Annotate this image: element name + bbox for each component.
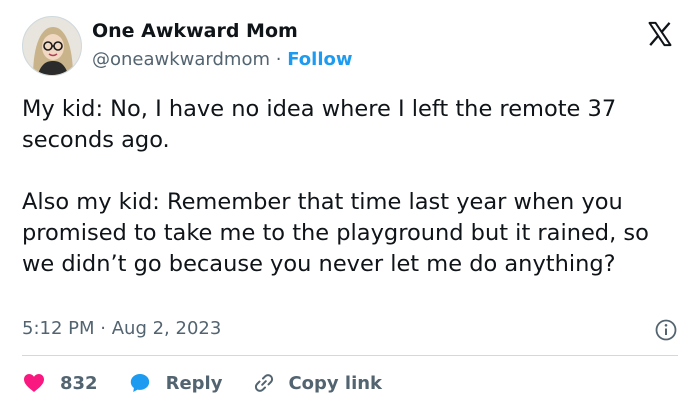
tweet-date: Aug 2, 2023 bbox=[111, 318, 222, 339]
divider bbox=[22, 355, 678, 356]
author-handle-row: @oneawkwardmom · Follow bbox=[92, 49, 353, 70]
tweet-paragraph: Also my kid: Remember that time last yea… bbox=[22, 189, 649, 277]
like-count: 832 bbox=[60, 372, 98, 394]
author-name[interactable]: One Awkward Mom bbox=[92, 20, 298, 42]
tweet-time: 5:12 PM bbox=[22, 318, 95, 339]
reply-button[interactable]: Reply bbox=[128, 371, 223, 395]
copy-link-label: Copy link bbox=[288, 372, 383, 394]
avatar-woman-glasses-icon bbox=[23, 17, 81, 75]
info-icon[interactable] bbox=[654, 318, 678, 342]
action-bar: 832 Reply Copy link bbox=[22, 368, 382, 398]
tweet-header: One Awkward Mom @oneawkwardmom · Follow bbox=[22, 16, 678, 78]
follow-button[interactable]: Follow bbox=[287, 49, 352, 70]
tweet-timestamp[interactable]: 5:12 PM · Aug 2, 2023 bbox=[22, 318, 221, 339]
tweet-paragraph: My kid: No, I have no idea where I left … bbox=[22, 96, 617, 153]
heart-icon bbox=[24, 374, 44, 392]
link-icon bbox=[255, 374, 274, 392]
author-handle[interactable]: @oneawkwardmom bbox=[92, 49, 270, 70]
timestamp-separator: · bbox=[100, 318, 106, 339]
handle-separator: · bbox=[275, 49, 282, 70]
copy-link-button[interactable]: Copy link bbox=[252, 371, 382, 395]
like-button[interactable]: 832 bbox=[22, 371, 98, 395]
tweet-text: My kid: No, I have no idea where I left … bbox=[22, 94, 682, 280]
x-logo-icon[interactable] bbox=[646, 20, 674, 48]
reply-label: Reply bbox=[165, 372, 223, 394]
avatar[interactable] bbox=[22, 16, 82, 76]
reply-bubble-icon bbox=[130, 374, 149, 392]
